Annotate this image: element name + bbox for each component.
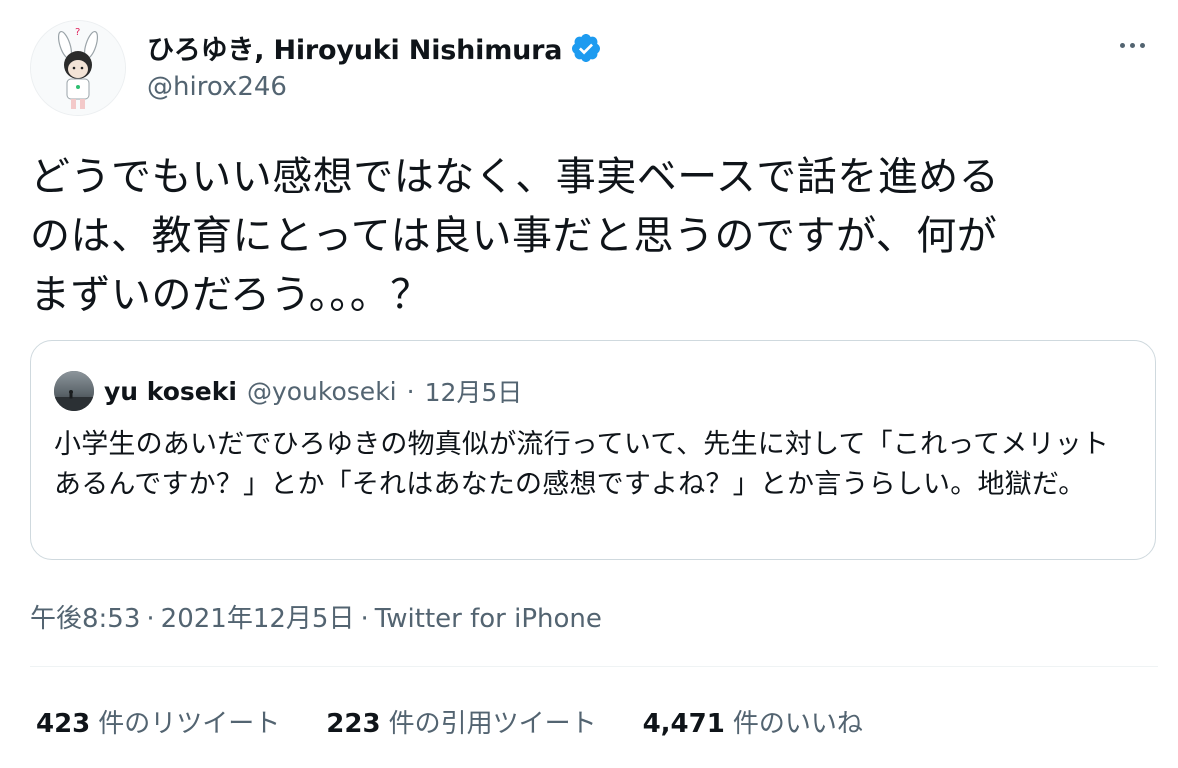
quoted-tweet-date[interactable]: 12月5日 (425, 373, 523, 409)
retweets-stat[interactable]: 423 件のリツイート (36, 703, 280, 740)
quoted-avatar-photo-icon (54, 371, 94, 411)
more-options-button[interactable] (1112, 30, 1152, 60)
stats-divider (30, 666, 1158, 667)
quote-tweets-count: 223 (326, 709, 381, 739)
tweet-card: ? ひろゆき, Hiroyuki Nishimura @hirox246 どうで… (0, 0, 1178, 768)
quoted-author-handle[interactable]: @youkoseki (247, 377, 397, 406)
tweet-meta: 午後8:53 · 2021年12月5日 · Twitter for iPhone (30, 598, 602, 635)
author-avatar[interactable]: ? (30, 20, 126, 116)
quoted-author-name[interactable]: yu koseki (104, 377, 237, 406)
quoted-author-avatar[interactable] (54, 371, 94, 411)
more-horizontal-icon (1119, 42, 1125, 48)
quote-tweets-label: 件の引用ツイート (388, 709, 597, 739)
avatar-illustration-icon: ? (31, 21, 125, 115)
meta-separator: · (146, 604, 155, 634)
likes-stat[interactable]: 4,471 件のいいね (643, 703, 863, 740)
quoted-meta-separator: · (406, 376, 415, 406)
svg-text:?: ? (75, 27, 80, 38)
tweet-text: どうでもいい感想ではなく、事実ベースで話を進める のは、教育にとっては良い事だと… (30, 154, 1000, 318)
quoted-tweet-text: 小学生のあいだでひろゆきの物真似が流行っていて、先生に対して「これってメリットあ… (54, 429, 1110, 500)
likes-label: 件のいいね (732, 709, 863, 739)
quote-tweets-stat[interactable]: 223 件の引用ツイート (326, 703, 596, 740)
quoted-tweet-header: yu koseki @youkoseki · 12月5日 (54, 371, 522, 411)
likes-count: 4,471 (642, 709, 725, 739)
tweet-source-link[interactable]: Twitter for iPhone (375, 604, 602, 634)
tweet-time-link[interactable]: 午後8:53 (30, 604, 140, 634)
meta-separator-2: · (360, 604, 369, 634)
verified-badge-icon (570, 32, 602, 64)
author-handle[interactable]: @hirox246 (147, 72, 287, 102)
retweets-count: 423 (36, 709, 91, 739)
retweets-label: 件のリツイート (98, 709, 281, 739)
author-display-name[interactable]: ひろゆき, Hiroyuki Nishimura (147, 28, 562, 67)
tweet-date-link[interactable]: 2021年12月5日 (161, 604, 355, 634)
tweet-stats: 423 件のリツイート 223 件の引用ツイート 4,471 件のいいね (36, 703, 863, 740)
author-name-row[interactable]: ひろゆき, Hiroyuki Nishimura (147, 28, 602, 67)
quoted-tweet[interactable]: yu koseki @youkoseki · 12月5日 小学生のあいだでひろゆ… (30, 340, 1156, 560)
